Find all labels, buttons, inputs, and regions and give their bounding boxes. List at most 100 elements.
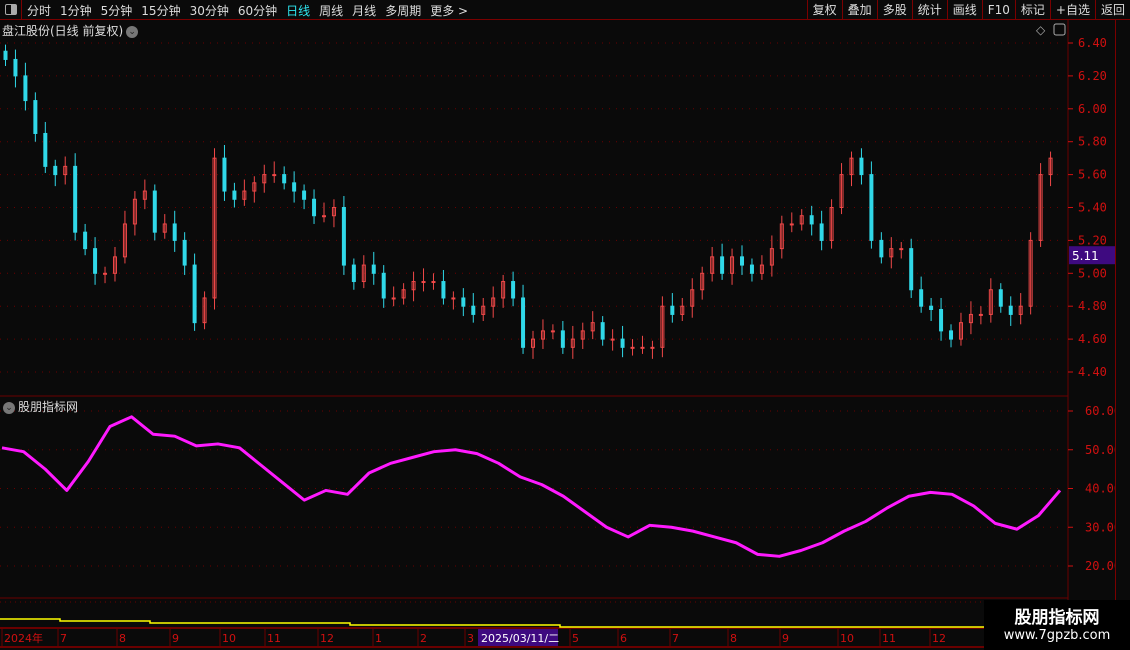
period-tab[interactable]: 60分钟 xyxy=(238,2,277,19)
candle-body xyxy=(560,330,565,348)
tool-buttons: 复权 叠加 多股 统计 画线 F10 标记 +自选 返回 xyxy=(806,0,1130,20)
indicator-line xyxy=(1,415,1062,558)
panel-icon xyxy=(5,4,17,15)
date-label: 2024年 xyxy=(4,631,43,645)
period-tab[interactable]: 5分钟 xyxy=(101,2,133,19)
tool-button[interactable]: 统计 xyxy=(911,0,947,20)
candle-body xyxy=(103,272,108,275)
period-tab[interactable]: 更多 > xyxy=(430,2,468,19)
candle-body xyxy=(630,346,635,349)
tool-button[interactable]: 标记 xyxy=(1014,0,1050,20)
kline-chart[interactable]: 6.40 6.20 6.00 5.80 5.60 5.40 5.20 5.00 4.80 4.60… xyxy=(0,20,1130,650)
candle-body xyxy=(381,272,386,299)
candle-body xyxy=(43,132,48,167)
candle-body xyxy=(471,305,476,315)
diamond-icon: ◇ xyxy=(1036,23,1046,37)
candle-body xyxy=(222,157,227,192)
candle-body xyxy=(521,297,526,348)
candle-body xyxy=(232,190,237,200)
candle-body xyxy=(720,256,725,274)
candle-body xyxy=(351,264,356,283)
period-tab[interactable]: 1分钟 xyxy=(60,2,92,19)
candle-body xyxy=(431,281,436,284)
candle-body xyxy=(740,256,745,266)
date-label: 3 xyxy=(467,632,474,645)
period-tab[interactable]: 周线 xyxy=(319,2,343,19)
date-label: 1 xyxy=(375,632,382,645)
candle-body xyxy=(53,165,58,176)
date-label: 7 xyxy=(60,632,67,645)
candle-body xyxy=(978,313,983,316)
candle-body xyxy=(998,289,1003,307)
period-tabs: 分时 1分钟 5分钟 15分钟 30分钟 60分钟 日线 周线 月线 多周期 更多 > xyxy=(27,2,468,19)
date-label: 11 xyxy=(267,632,281,645)
current-price-label: 5.11 xyxy=(1072,249,1099,263)
candle-body xyxy=(312,198,317,217)
candle-body xyxy=(919,289,924,307)
price-tick-label: 5.20 xyxy=(1078,233,1107,247)
candle-body xyxy=(899,248,904,251)
tool-button[interactable]: 画线 xyxy=(946,0,982,20)
tool-button[interactable]: +自选 xyxy=(1049,0,1095,20)
candle-body xyxy=(749,264,754,274)
chevron-down-icon[interactable]: ⌄ xyxy=(3,401,15,414)
tool-button[interactable]: 多股 xyxy=(876,0,912,20)
price-tick-label: 4.40 xyxy=(1078,365,1107,379)
candle-body xyxy=(789,223,794,226)
period-tab[interactable]: 月线 xyxy=(352,2,376,19)
candle-body xyxy=(272,174,277,177)
period-tab[interactable]: 30分钟 xyxy=(190,2,229,19)
watermark-url: www.7gpzb.com xyxy=(1003,628,1111,643)
price-tick-label: 6.40 xyxy=(1078,36,1107,50)
period-tab[interactable]: 15分钟 xyxy=(141,2,180,19)
candle-body xyxy=(869,174,874,241)
tool-button[interactable]: 叠加 xyxy=(841,0,877,20)
date-label: 5 xyxy=(572,632,579,645)
layout-toggle-button[interactable] xyxy=(0,0,22,20)
date-label: 8 xyxy=(119,632,126,645)
candle-body xyxy=(441,281,446,299)
candle-body xyxy=(152,190,157,233)
date-label: 6 xyxy=(620,632,627,645)
candle-body xyxy=(511,281,516,299)
period-tab[interactable]: 日线 xyxy=(286,2,310,19)
candle-body xyxy=(929,305,934,310)
tool-button[interactable]: F10 xyxy=(981,0,1015,20)
candle-body xyxy=(461,297,466,307)
candle-body xyxy=(949,330,954,340)
candle-body xyxy=(371,264,376,274)
candle-body xyxy=(610,338,615,341)
candle-body xyxy=(670,305,675,315)
candle-body xyxy=(620,338,625,348)
candle-body xyxy=(650,346,655,349)
price-tick-label: 5.80 xyxy=(1078,135,1107,149)
date-label: 9 xyxy=(782,632,789,645)
tool-button[interactable]: 复权 xyxy=(806,0,842,20)
candle-body xyxy=(819,223,824,241)
candle-body xyxy=(939,308,944,332)
tool-button[interactable]: 返回 xyxy=(1094,0,1130,20)
candle-body xyxy=(421,281,426,284)
candle-body xyxy=(23,75,28,102)
price-tick-label: 4.80 xyxy=(1078,299,1107,313)
price-tick-label: 4.60 xyxy=(1078,332,1107,346)
volume-line xyxy=(0,618,1068,628)
candle-body xyxy=(282,174,287,184)
watermark-name: 股朋指标网 xyxy=(1014,608,1100,628)
panel-icon xyxy=(1053,23,1066,36)
candle-body xyxy=(640,346,645,349)
period-tab[interactable]: 分时 xyxy=(27,2,51,19)
candle-body xyxy=(33,100,38,134)
candle-body xyxy=(600,322,605,340)
indicator-name: 股朋指标网 xyxy=(18,400,79,414)
candle-body xyxy=(13,58,18,77)
top-toolbar: 分时 1分钟 5分钟 15分钟 30分钟 60分钟 日线 周线 月线 多周期 更多 > 复权 叠加 多股… xyxy=(0,0,1130,20)
price-tick-label: 5.60 xyxy=(1078,168,1107,182)
candle-body xyxy=(302,190,307,200)
date-label: 2 xyxy=(420,632,427,645)
period-tab[interactable]: 多周期 xyxy=(385,2,421,19)
candle-body xyxy=(391,297,396,300)
candle-body xyxy=(292,182,297,192)
candle-body xyxy=(321,215,326,218)
candle-body xyxy=(83,231,88,250)
